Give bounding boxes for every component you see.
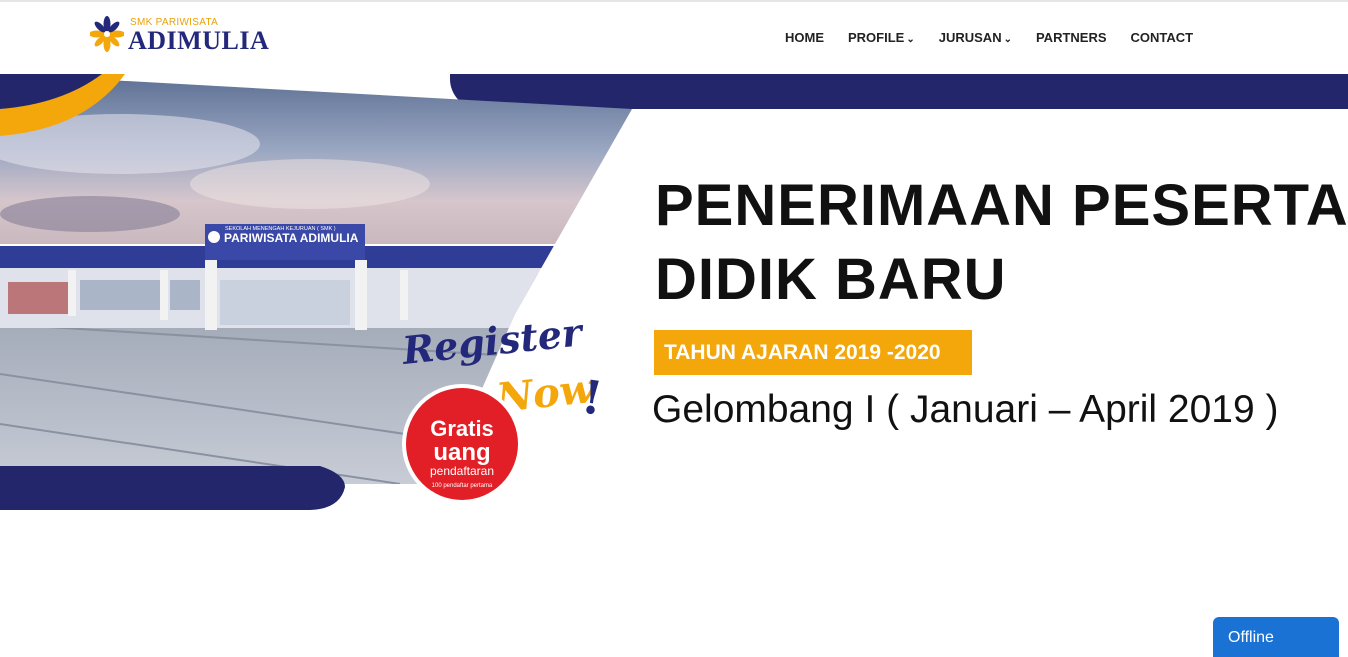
chevron-down-icon: ⌄ — [906, 34, 915, 45]
hero-title-line2: DIDIK BARU — [655, 247, 1007, 312]
nav-item-label: JURUSAN — [938, 30, 1002, 45]
hero-building-image: SEKOLAH MENENGAH KEJURUAN ( SMK ) PARIWI… — [0, 74, 632, 510]
registration-wave-text: Gelombang I ( Januari – April 2019 ) — [652, 388, 1279, 431]
badge-art: Gratis uang pendaftaran 100 pendaftar pe… — [402, 384, 522, 504]
nav-item-contact[interactable]: CONTACT — [1131, 30, 1194, 45]
chevron-down-icon: ⌄ — [1003, 34, 1012, 45]
nav-item-profile[interactable]: PROFILE ⌄ — [848, 30, 915, 45]
nav-item-label: PROFILE — [848, 30, 905, 45]
hero-title-line1: PENERIMAAN PESERTA — [655, 173, 1348, 238]
nav-item-jurusan[interactable]: JURUSAN ⌄ — [939, 30, 1012, 45]
building-sign: PARIWISATA ADIMULIA — [224, 231, 359, 245]
flower-logo-icon — [90, 16, 124, 52]
nav-item-label: PARTNERS — [1035, 30, 1107, 45]
site-header: SMK PARIWISATA ADIMULIA HOME PROFILE ⌄ JU… — [0, 2, 1348, 74]
academic-year-badge: TAHUN AJARAN 2019 -2020 — [654, 330, 972, 375]
register-text: Register — [400, 318, 587, 373]
nav-item-label: CONTACT — [1130, 30, 1194, 45]
badge-uang: uang — [433, 439, 490, 466]
badge-gratis: Gratis — [430, 416, 494, 441]
free-registration-badge: Gratis uang pendaftaran 100 pendaftar pe… — [402, 384, 522, 504]
chat-offline-button[interactable]: Offline — [1213, 617, 1339, 657]
badge-pendaftaran: pendaftaran — [430, 464, 494, 478]
nav-item-partners[interactable]: PARTNERS — [1036, 30, 1107, 45]
site-logo[interactable]: SMK PARIWISATA ADIMULIA — [90, 16, 280, 56]
chat-status-label: Offline — [1228, 629, 1274, 646]
nav-item-label: HOME — [785, 30, 824, 45]
badge-note: 100 pendaftar pertama — [432, 483, 493, 489]
main-nav: HOME PROFILE ⌄ JURUSAN ⌄ PARTNERS CONTACT — [785, 30, 1217, 45]
nav-item-home[interactable]: HOME — [785, 30, 824, 45]
logo-name: ADIMULIA — [128, 26, 270, 55]
